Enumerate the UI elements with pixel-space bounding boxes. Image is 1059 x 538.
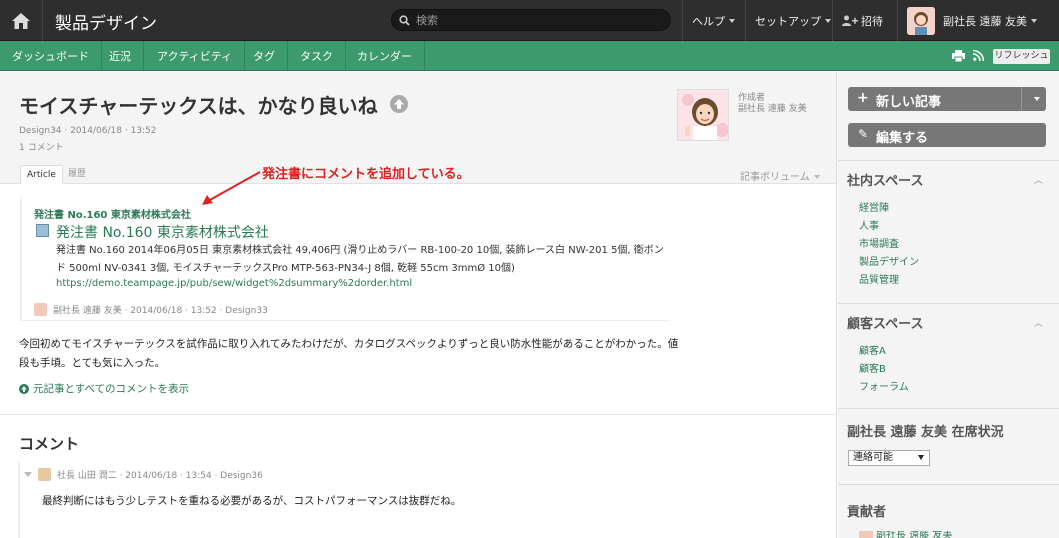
main-content: モイスチャーテックスは、かなり良いね Design34 · 2014/06/18… [0,72,837,538]
embed-link[interactable]: https://demo.teampage.jp/pub/sew/widget%… [56,278,412,289]
edit-label: 編集する [876,131,929,146]
add-user-icon [842,15,858,26]
author-avatar[interactable] [677,89,729,141]
volume-label: 記事ボリューム [740,172,810,183]
new-post-dropdown[interactable] [1021,87,1046,111]
top-bar: 製品デザイン ヘルプ セットアップ 招待 副社長 遠藤 友美 [0,0,1059,41]
user-menu[interactable]: 副社長 遠藤 友美 [897,0,1059,41]
pencil-icon: ✎ [858,127,869,141]
search-box[interactable] [391,9,671,31]
embed-heading[interactable]: 発注書 No.160 東京素材株式会社 [34,206,191,221]
tab-tasks[interactable]: タスク [288,41,346,70]
sidebar-item-executives[interactable]: 経営陣 [859,199,889,214]
sidebar-item-product-design[interactable]: 製品デザイン [859,253,919,268]
arrow-up-icon[interactable] [390,95,408,113]
collapse-icon[interactable] [24,472,32,477]
chevron-down-icon [813,175,820,179]
embed-title[interactable]: 発注書 No.160 東京素材株式会社 [56,222,269,242]
tab-activity[interactable]: アクティビティ [145,41,246,70]
chevron-up-icon[interactable]: ︿ [1034,173,1043,186]
comment-meta: 社長 山田 潤二 · 2014/06/18 · 13:54 · Design36 [38,468,263,481]
arrow-up-circle-icon [19,383,29,394]
presence-value: 連絡可能 [853,452,893,463]
user-name: 副社長 遠藤 友美 [943,14,1027,28]
chevron-down-icon [918,455,924,460]
divider [0,414,836,415]
author-name[interactable]: 副社長 遠藤 友美 [738,101,807,114]
comment-item: 社長 山田 潤二 · 2014/06/18 · 13:54 · Design36… [18,462,828,538]
contributor-name[interactable]: 副社長 遠藤 友美 [876,531,952,538]
invite-label: 招待 [861,14,883,28]
avatar [38,468,51,481]
customer-spaces-heading: 顧客スペース [847,317,924,332]
show-all-label: 元記事とすべてのコメントを表示 [33,383,190,395]
comment-text: 最終判断にはもう少しテストを重ねる必要があるが、コストパフォーマンスは抜群だね。 [42,495,462,507]
sidebar-item-quality[interactable]: 品質管理 [859,271,899,286]
space-nav: ダッシュボード 近況 アクティビティ タグ タスク カレンダー リフレッシュ [0,41,1059,71]
new-post-button[interactable]: + 新しい記事 [848,87,1046,111]
print-icon[interactable] [952,50,965,62]
sidebar-item-hr[interactable]: 人事 [859,217,879,232]
page-title: モイスチャーテックスは、かなり良いね [19,94,378,118]
tab-calendar[interactable]: カレンダー [345,41,425,70]
annotation-callout: 発注書にコメントを追加している。 [262,167,470,182]
space-title[interactable]: 製品デザイン [55,9,157,34]
home-button[interactable] [0,0,43,41]
comment-meta-text: 社長 山田 潤二 · 2014/06/18 · 13:54 · Design36 [57,471,263,481]
edit-button[interactable]: ✎ 編集する [848,123,1046,147]
avatar [859,531,873,538]
embed-meta: 副社長 遠藤 友美 · 2014/06/18 · 13:52 · Design3… [34,303,268,316]
internal-spaces-heading: 社内スペース [847,174,924,189]
comment-count[interactable]: 1 コメント [19,140,64,153]
sidebar-item-customer-b[interactable]: 顧客B [859,360,886,375]
show-all-link[interactable]: 元記事とすべてのコメントを表示 [19,381,189,396]
rss-icon[interactable] [973,50,984,61]
post-body: 今回初めてモイスチャーテックスを試作品に取り入れてみたわけだが、カタログスペック… [19,338,679,369]
sidebar: + 新しい記事 ✎ 編集する 社内スペース ︿ 経営陣 人事 市場調査 製品デザ… [838,72,1059,538]
tab-history[interactable]: 履歴 [62,165,92,184]
help-label: ヘルプ [692,14,725,28]
sidebar-item-forum[interactable]: フォーラム [859,378,909,393]
chevron-down-icon [1034,97,1040,101]
sidebar-item-customer-a[interactable]: 顧客A [859,342,886,357]
embed-meta-text: 副社長 遠藤 友美 · 2014/06/18 · 13:52 · Design3… [53,306,268,316]
tab-article[interactable]: Article [20,165,63,184]
contributors-heading: 貢献者 [847,505,887,520]
tab-recent[interactable]: 近況 [97,41,144,70]
divider [838,160,1059,161]
avatar [34,303,47,316]
tab-tags[interactable]: タグ [241,41,288,70]
avatar [907,6,935,35]
new-post-label: 新しい記事 [876,95,942,110]
chevron-down-icon [1031,18,1037,23]
invite-button[interactable]: 招待 [832,0,892,41]
presence-select[interactable]: 連絡可能 [848,450,930,466]
home-icon [12,12,30,29]
embed-description: 発注書 No.160 2014年06月05日 東京素材株式会社 49,406円 … [56,245,664,274]
divider [838,303,1059,304]
sidebar-item-market-research[interactable]: 市場調査 [859,235,899,250]
search-icon [399,15,410,26]
presence-heading: 副社長 遠藤 友美 在席状況 [847,425,1004,440]
chevron-up-icon[interactable]: ︿ [1034,316,1043,329]
chevron-down-icon [825,18,831,23]
chevron-down-icon [729,18,735,23]
volume-menu[interactable]: 記事ボリューム [740,168,820,183]
divider [838,408,1059,409]
divider [838,484,1059,485]
search-input[interactable] [416,12,656,28]
refresh-button[interactable]: リフレッシュ [993,49,1050,64]
comments-heading: コメント [19,435,80,453]
help-menu[interactable]: ヘルプ [682,0,744,41]
setup-label: セットアップ [755,14,821,28]
document-icon [36,224,49,237]
plus-icon: + [857,90,869,106]
embedded-order: 発注書 No.160 東京素材株式会社 発注書 No.160 東京素材株式会社 … [20,197,670,321]
tab-dashboard[interactable]: ダッシュボード [0,41,102,70]
post-meta: Design34 · 2014/06/18 · 13:52 [19,126,157,136]
setup-menu[interactable]: セットアップ [745,0,840,41]
